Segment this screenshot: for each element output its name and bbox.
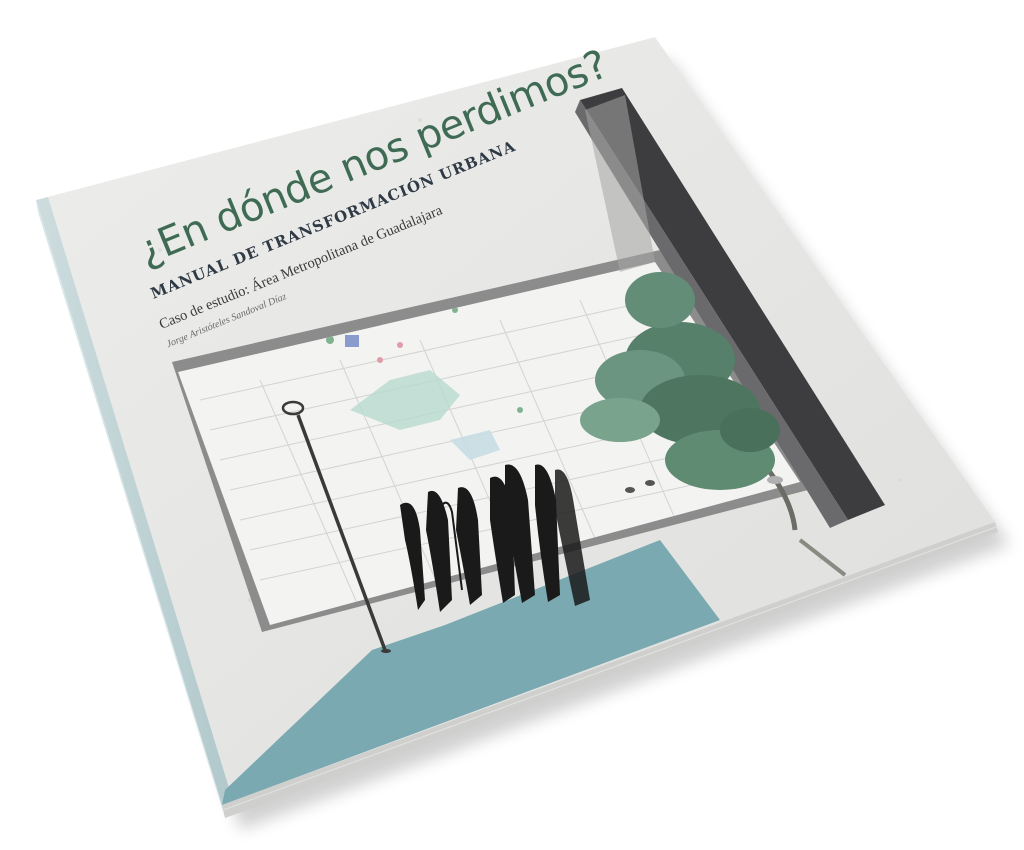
book-mockup: ¿En dónde nos perdimos? MANUAL DE TRANSF… — [0, 0, 1024, 846]
book-illustration — [36, 37, 1010, 830]
